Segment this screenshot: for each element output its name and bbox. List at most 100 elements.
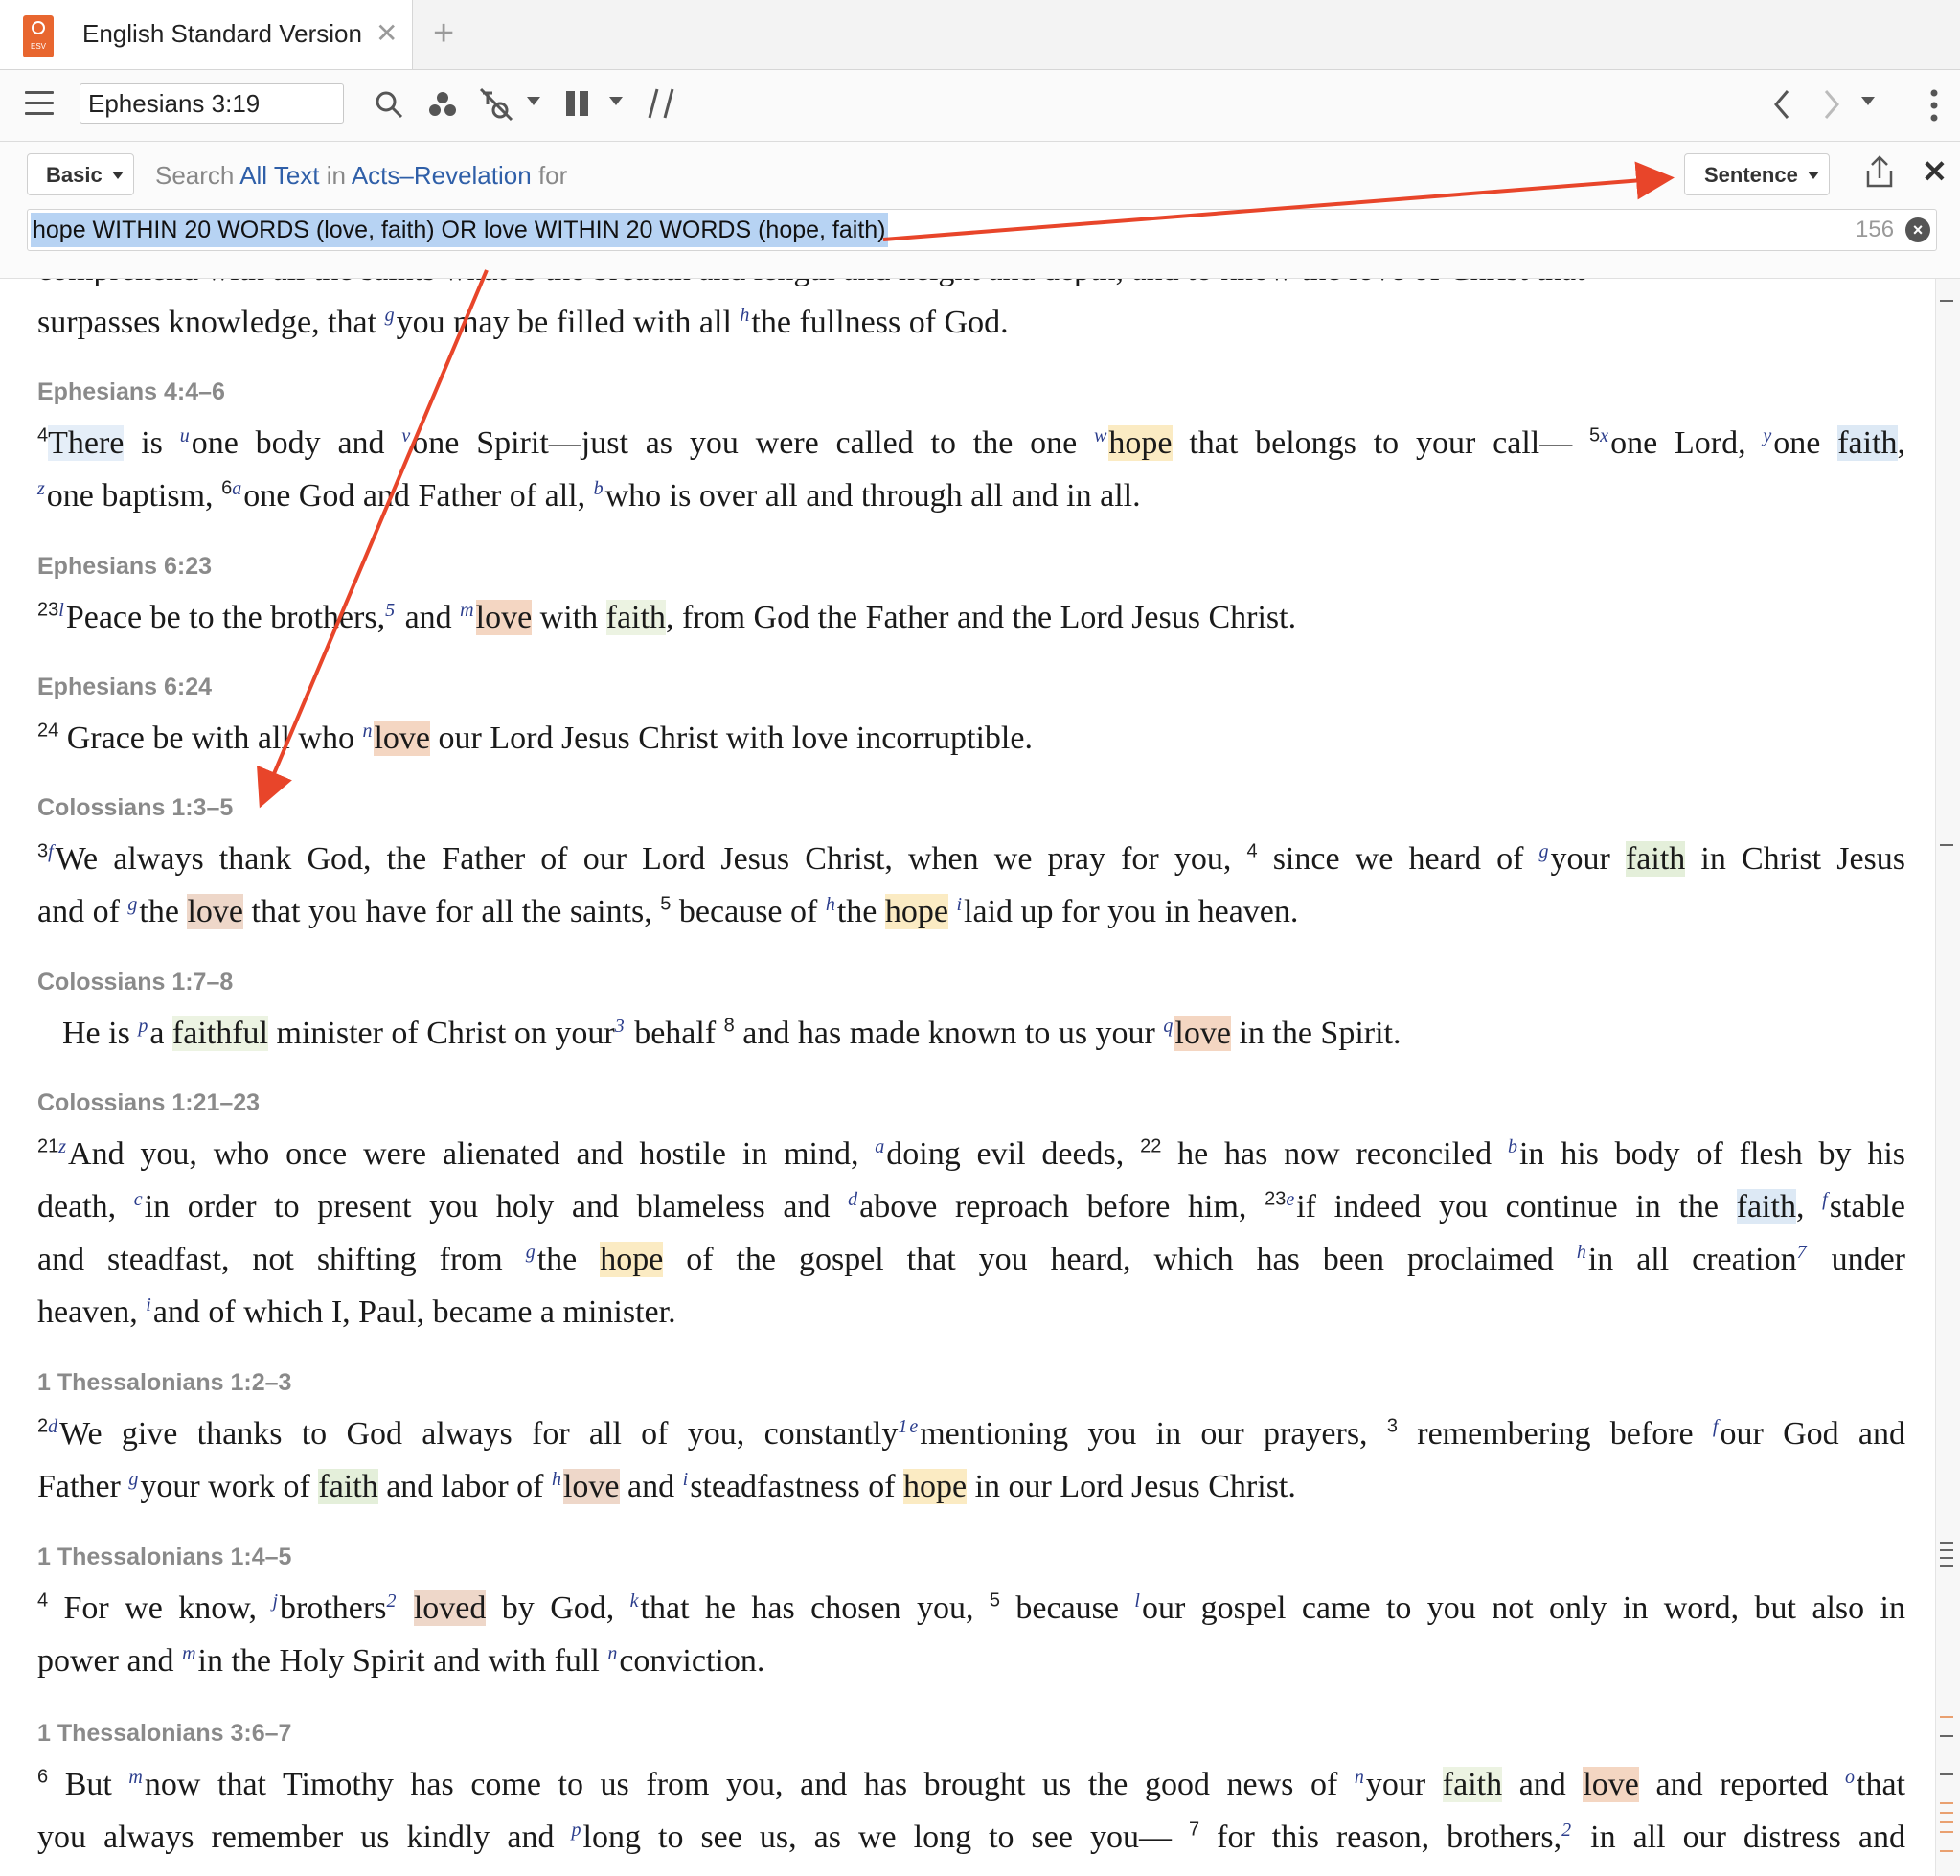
result-text: 2dWe give thanks to God always for all o… — [37, 1415, 1905, 1504]
footnote-link[interactable]: 2 — [386, 1590, 398, 1612]
history-dropdown-icon[interactable] — [1861, 97, 1875, 105]
footnote-link[interactable]: n — [607, 1643, 619, 1664]
close-tab-icon[interactable]: ✕ — [376, 17, 398, 49]
add-tab-icon[interactable]: + — [433, 13, 454, 55]
hit-hope: hope — [600, 1242, 664, 1277]
parallel-resources-icon[interactable] — [648, 87, 676, 120]
hit-love: love — [1174, 1016, 1231, 1051]
search-mode-dropdown[interactable]: Basic — [27, 153, 134, 195]
results-scrollbar[interactable] — [1935, 279, 1960, 1876]
reference-input[interactable] — [80, 83, 344, 124]
scroll-marker — [1940, 1821, 1953, 1823]
result-reference[interactable]: Ephesians 6:23 — [37, 553, 212, 581]
footnote-link[interactable]: e — [1286, 1189, 1296, 1210]
footnote-link[interactable]: 3 — [615, 1016, 627, 1037]
footnote-link[interactable]: i — [956, 894, 964, 915]
search-query-input[interactable]: hope WITHIN 20 WORDS (love, faith) OR lo… — [27, 209, 1937, 251]
verse-text: surpasses knowledge, that gyou may be fi… — [37, 304, 1009, 340]
footnote-link[interactable]: 1 — [898, 1416, 909, 1437]
footnote-link[interactable]: e — [909, 1416, 920, 1437]
footnote-link[interactable]: q — [1163, 1016, 1174, 1037]
footnote-link[interactable]: o — [1845, 1767, 1857, 1788]
hit-hope: hope — [884, 894, 948, 929]
hit-faith: faith — [1625, 841, 1686, 877]
hit-love: love — [1583, 1767, 1639, 1802]
hit-love: love — [374, 721, 431, 756]
footnote-link[interactable]: 7 — [1797, 1242, 1809, 1263]
footnote-link[interactable]: g — [385, 305, 397, 326]
search-scope-link[interactable]: All Text — [239, 161, 319, 190]
parallel-columns-icon[interactable] — [565, 89, 590, 118]
scroll-marker — [1940, 844, 1953, 846]
interlinear-dropdown-icon[interactable] — [527, 97, 540, 105]
footnote-link[interactable]: b — [594, 478, 605, 499]
match-unit-dropdown[interactable]: Sentence — [1684, 153, 1830, 195]
footnote-link[interactable]: b — [1508, 1136, 1519, 1157]
footnote-link[interactable]: i — [146, 1294, 153, 1315]
result-reference[interactable]: Colossians 1:7–8 — [37, 969, 233, 996]
back-icon[interactable] — [1772, 89, 1791, 120]
columns-dropdown-icon[interactable] — [609, 97, 623, 105]
hit-hope: hope — [1108, 425, 1173, 461]
footnote-link[interactable]: u — [180, 425, 192, 446]
footnote-link[interactable]: g — [128, 1469, 140, 1490]
result-count: 156 — [1856, 217, 1895, 242]
forward-icon[interactable] — [1822, 89, 1841, 120]
footnote-link[interactable]: f — [1822, 1189, 1830, 1210]
footnote-link[interactable]: w — [1094, 425, 1108, 446]
result-reference[interactable]: 1 Thessalonians 1:4–5 — [37, 1544, 291, 1571]
more-options-icon[interactable] — [1929, 89, 1939, 122]
footnote-link[interactable]: p — [572, 1819, 583, 1841]
footnote-link[interactable]: x — [1600, 425, 1610, 446]
footnote-link[interactable]: a — [232, 478, 243, 499]
footnote-link[interactable]: 2 — [1561, 1819, 1573, 1841]
footnote-link[interactable]: h — [1577, 1242, 1588, 1263]
search-description: Search All Text in Acts–Revelation for — [155, 161, 567, 191]
footnote-link[interactable]: l — [58, 600, 66, 621]
result-reference[interactable]: Colossians 1:3–5 — [37, 794, 233, 822]
result-reference[interactable]: Colossians 1:21–23 — [37, 1089, 260, 1117]
close-search-icon[interactable]: ✕ — [1922, 153, 1948, 190]
search-icon[interactable] — [374, 89, 404, 120]
footnote-link[interactable]: h — [826, 894, 837, 915]
result-reference[interactable]: 1 Thessalonians 3:6–7 — [37, 1720, 291, 1748]
result-reference[interactable]: 1 Thessalonians 1:2–3 — [37, 1369, 291, 1397]
footnote-link[interactable]: l — [1134, 1590, 1142, 1612]
footnote-link[interactable]: g — [526, 1242, 537, 1263]
share-icon[interactable] — [1862, 153, 1897, 192]
interlinear-off-icon[interactable] — [479, 87, 517, 122]
result-text: 4 For we know, jbrothers2 loved by God, … — [37, 1590, 1905, 1679]
footnote-link[interactable]: z — [37, 478, 47, 499]
result-reference[interactable]: Ephesians 4:4–6 — [37, 378, 225, 406]
result-reference[interactable]: Ephesians 6:24 — [37, 674, 212, 701]
visual-filter-icon[interactable] — [427, 89, 458, 120]
clear-search-icon[interactable]: × — [1905, 217, 1930, 242]
result-text: 24 Grace be with all who nlove our Lord … — [37, 720, 1033, 756]
footnote-link[interactable]: j — [272, 1590, 280, 1612]
search-query-text[interactable]: hope WITHIN 20 WORDS (love, faith) OR lo… — [31, 213, 888, 247]
footnote-link[interactable]: v — [401, 425, 412, 446]
footnote-link[interactable]: d — [48, 1416, 59, 1437]
tab-esv[interactable]: ESV English Standard Version ✕ — [0, 0, 413, 69]
footnote-link[interactable]: k — [630, 1590, 641, 1612]
footnote-link[interactable]: h — [740, 305, 751, 326]
footnote-link[interactable]: g — [1539, 841, 1551, 862]
footnote-link[interactable]: m — [182, 1643, 197, 1664]
search-range-link[interactable]: Acts–Revelation — [352, 161, 532, 190]
footnote-link[interactable]: 5 — [385, 600, 397, 621]
footnote-link[interactable]: g — [127, 894, 139, 915]
footnote-link[interactable]: f — [48, 841, 56, 862]
search-results: comprehend with all the saints what is t… — [0, 279, 1935, 1876]
footnote-link[interactable]: y — [1763, 425, 1773, 446]
footnote-link[interactable]: z — [58, 1136, 68, 1157]
footnote-link[interactable]: n — [1355, 1767, 1366, 1788]
footnote-link[interactable]: c — [134, 1189, 145, 1210]
footnote-link[interactable]: a — [875, 1136, 886, 1157]
footnote-link[interactable]: m — [460, 600, 475, 621]
footnote-link[interactable]: p — [138, 1016, 149, 1037]
footnote-link[interactable]: d — [848, 1189, 859, 1210]
footnote-link[interactable]: n — [362, 721, 374, 742]
footnote-link[interactable]: h — [552, 1469, 563, 1490]
menu-icon[interactable] — [25, 91, 54, 116]
footnote-link[interactable]: m — [128, 1767, 144, 1788]
